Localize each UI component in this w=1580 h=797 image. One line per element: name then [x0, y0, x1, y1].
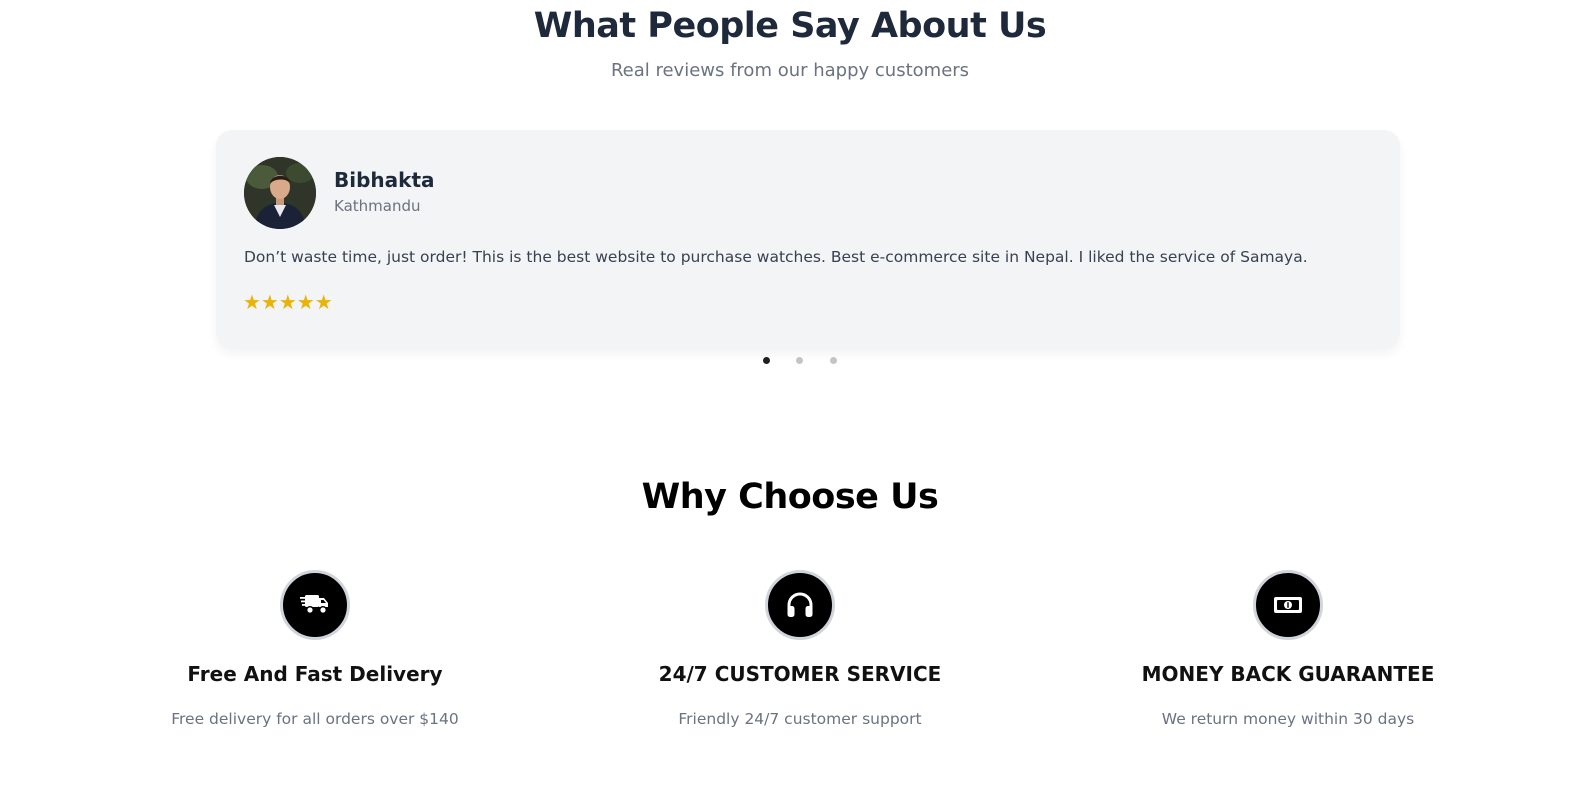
testimonials-title: What People Say About Us [533, 6, 1047, 46]
feature-title: Free And Fast Delivery [187, 662, 443, 686]
carousel-dot-3[interactable] [830, 357, 837, 364]
headphones-icon [765, 570, 835, 640]
carousel-dot-2[interactable] [796, 357, 803, 364]
delivery-truck-icon [280, 570, 350, 640]
feature-description: We return money within 30 days [1161, 710, 1415, 728]
review-text: Don’t waste time, just order! This is th… [244, 248, 1308, 266]
feature-description: Free delivery for all orders over $140 [171, 710, 459, 728]
carousel-dot-1[interactable] [763, 357, 770, 364]
carousel-pagination [0, 357, 1580, 367]
feature-title: MONEY BACK GUARANTEE [1141, 662, 1435, 686]
reviewer-location: Kathmandu [334, 197, 421, 215]
reviewer-name: Bibhakta [334, 168, 435, 192]
feature-money-back: MONEY BACK GUARANTEE We return money wit… [1078, 570, 1498, 728]
star-rating: ★★★★★ [243, 290, 333, 314]
testimonials-subtitle: Real reviews from our happy customers [610, 60, 970, 81]
money-icon [1253, 570, 1323, 640]
reviewer-avatar [244, 157, 316, 229]
feature-delivery: Free And Fast Delivery Free delivery for… [105, 570, 525, 728]
feature-description: Friendly 24/7 customer support [678, 710, 922, 728]
feature-title: 24/7 CUSTOMER SERVICE [658, 662, 942, 686]
review-card: Bibhakta Kathmandu Don’t waste time, jus… [216, 130, 1400, 348]
feature-customer-service: 24/7 CUSTOMER SERVICE Friendly 24/7 cust… [590, 570, 1010, 728]
why-choose-title: Why Choose Us [641, 477, 939, 517]
